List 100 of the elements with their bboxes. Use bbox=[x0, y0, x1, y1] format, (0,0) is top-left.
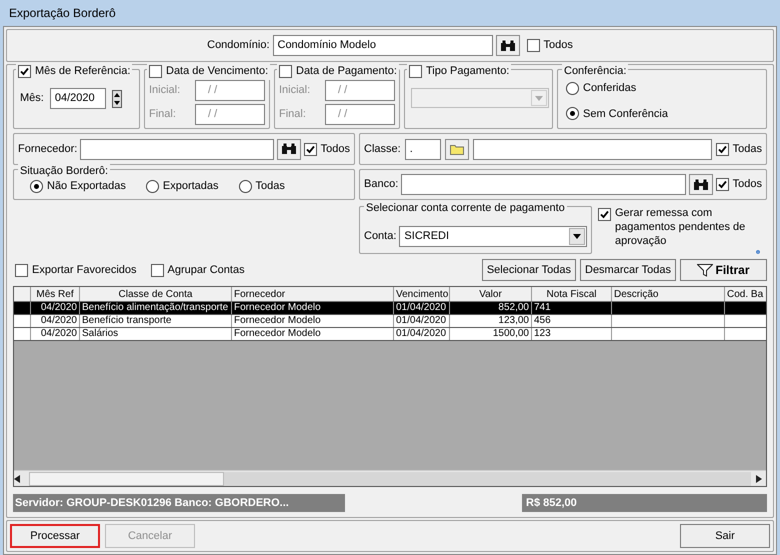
date-label: Final: bbox=[279, 107, 306, 122]
checkbox[interactable] bbox=[279, 64, 292, 78]
conta-dropdown[interactable]: SICREDI bbox=[399, 226, 587, 246]
radio-button[interactable] bbox=[30, 180, 43, 193]
checkbox-label: Data de Pagamento: bbox=[296, 64, 397, 79]
classe-code-field[interactable]: . bbox=[404, 138, 441, 160]
filter-button[interactable]: Filtrar bbox=[680, 259, 767, 281]
table-cell: Benefício transporte bbox=[80, 315, 232, 327]
checkbox[interactable] bbox=[18, 64, 31, 78]
action-button[interactable]: Selecionar Todas bbox=[482, 259, 576, 281]
checkbox-label: Tipo Pagamento: bbox=[426, 64, 510, 79]
checkbox-label: Agrupar Contas bbox=[168, 262, 245, 278]
date-label: Final: bbox=[149, 107, 176, 122]
conta-label: Conta: bbox=[364, 228, 396, 244]
folder-icon bbox=[450, 144, 464, 154]
binoculars-icon bbox=[500, 40, 516, 52]
radio-label: Conferidas bbox=[583, 81, 636, 96]
radio-label: Sem Conferência bbox=[583, 106, 668, 122]
radio-button[interactable] bbox=[238, 180, 252, 193]
checkbox-label: Mês de Referência: bbox=[35, 64, 130, 79]
radio-button[interactable] bbox=[566, 107, 579, 120]
binoculars-icon bbox=[692, 178, 709, 190]
table-cell: 123,00 bbox=[450, 315, 532, 327]
checkbox[interactable] bbox=[15, 264, 28, 276]
table-cell: 123 bbox=[532, 328, 612, 340]
checkbox-label: Data de Vencimento: bbox=[166, 64, 268, 79]
table-cell: 04/2020 bbox=[31, 302, 80, 314]
table-row[interactable]: 04/2020 Salários Fornecedor Modelo 01/04/2020 1500,00 123 bbox=[14, 328, 766, 341]
column-header[interactable]: Mês Ref bbox=[31, 287, 80, 301]
checkbox[interactable] bbox=[304, 142, 317, 156]
table-cell: Benefício alimentação/transporte bbox=[80, 302, 232, 314]
condominio-field[interactable]: Condomínio Modelo bbox=[272, 35, 492, 56]
table-cell: Fornecedor Modelo bbox=[232, 328, 394, 340]
radio-button[interactable] bbox=[146, 180, 159, 193]
checkbox[interactable] bbox=[149, 64, 162, 78]
radio-label: Exportadas bbox=[162, 179, 219, 194]
fornecedor-label: Fornecedor: bbox=[18, 142, 78, 157]
mes-label: Mês: bbox=[20, 91, 44, 106]
table-row[interactable]: 04/2020 Benefício transporte Fornecedor Modelo 01/04/2020 123,00 456 bbox=[14, 315, 766, 328]
table-cell: 741 bbox=[532, 302, 612, 314]
table-cell: 01/04/2020 bbox=[394, 315, 450, 327]
gerar-remessa-label: Gerar remessa com pagamentos pendentes de aprovação bbox=[615, 206, 746, 248]
classe-label: Classe: bbox=[364, 142, 401, 157]
column-header[interactable]: Classe de Conta bbox=[80, 287, 232, 301]
checkbox-label: Todos bbox=[320, 142, 350, 157]
mes-field[interactable]: 04/2020 bbox=[50, 88, 106, 109]
search-button[interactable] bbox=[276, 138, 301, 160]
checkbox-label: Todas bbox=[732, 142, 762, 157]
radio-button[interactable] bbox=[566, 82, 579, 95]
banco-label: Banco: bbox=[364, 177, 398, 192]
column-header[interactable]: Nota Fiscal bbox=[532, 287, 612, 301]
table-cell: 1500,00 bbox=[450, 328, 532, 340]
funnel-icon bbox=[697, 264, 714, 276]
classe-field[interactable] bbox=[472, 138, 712, 160]
checkbox[interactable] bbox=[409, 64, 422, 78]
window-title: Exportação Borderô bbox=[8, 5, 117, 22]
checkbox[interactable] bbox=[716, 178, 729, 191]
situacao-label: Situação Borderô: bbox=[18, 163, 110, 180]
date-label: Inicial: bbox=[279, 83, 310, 98]
caret-icon bbox=[573, 234, 581, 238]
condominio-label: Condomínio: bbox=[207, 38, 270, 54]
column-header[interactable]: Vencimento bbox=[394, 287, 450, 301]
table-cell: 04/2020 bbox=[31, 328, 80, 340]
checkbox-label: Todos bbox=[732, 177, 762, 192]
fornecedor-field[interactable] bbox=[80, 138, 274, 160]
horizontal-scrollbar[interactable] bbox=[14, 470, 766, 486]
radio-label: Todas bbox=[256, 179, 285, 194]
search-button[interactable] bbox=[688, 174, 713, 195]
date-label: Inicial: bbox=[149, 83, 180, 98]
total-amount: R$ 852,00 bbox=[522, 494, 767, 512]
dialog-button[interactable]: Processar bbox=[10, 524, 100, 548]
table-cell: 456 bbox=[532, 315, 612, 327]
checkbox[interactable] bbox=[716, 142, 729, 156]
checkbox[interactable] bbox=[598, 208, 611, 221]
radio-label: Não Exportadas bbox=[47, 179, 126, 194]
column-header[interactable]: Cod. Ba bbox=[725, 287, 766, 301]
checkbox-label: Exportar Favorecidos bbox=[32, 262, 137, 278]
action-button[interactable]: Desmarcar Todas bbox=[580, 259, 676, 281]
search-button[interactable] bbox=[496, 35, 520, 56]
checkbox[interactable] bbox=[526, 39, 540, 52]
column-header[interactable]: Descrição bbox=[612, 287, 725, 301]
table-cell: Fornecedor Modelo bbox=[232, 315, 394, 327]
caret-icon bbox=[535, 96, 543, 100]
dialog-button[interactable]: Sair bbox=[680, 524, 770, 548]
column-header[interactable]: Valor bbox=[450, 287, 532, 301]
table-cell: Salários bbox=[80, 328, 232, 340]
table-row[interactable]: 04/2020 Benefício alimentação/transporte Fornecedor Modelo 01/04/2020 852,00 741 bbox=[14, 302, 766, 315]
table-cell: 04/2020 bbox=[31, 315, 80, 327]
checkbox-label: Todos bbox=[544, 38, 573, 54]
table-cell: 852,00 bbox=[450, 302, 532, 314]
table-cell: 01/04/2020 bbox=[394, 302, 450, 314]
column-header[interactable]: Fornecedor bbox=[232, 287, 394, 301]
folder-button[interactable] bbox=[444, 138, 469, 160]
scroll-thumb[interactable] bbox=[29, 472, 224, 486]
checkbox[interactable] bbox=[150, 264, 164, 276]
server-status: Servidor: GROUP-DESK01296 Banco: GBORDERO... bbox=[13, 494, 345, 512]
spin-arrows-icon[interactable] bbox=[112, 90, 122, 108]
table-cell: Fornecedor Modelo bbox=[232, 302, 394, 314]
banco-field[interactable] bbox=[401, 174, 686, 195]
binoculars-icon bbox=[280, 143, 297, 155]
